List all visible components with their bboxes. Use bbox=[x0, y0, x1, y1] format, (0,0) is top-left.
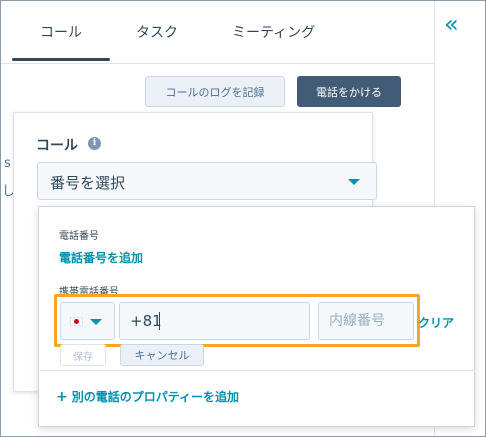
call-label: コール bbox=[36, 138, 78, 154]
add-phone-link[interactable]: 電話番号を追加 bbox=[59, 249, 143, 266]
log-call-button[interactable]: コールのログを記録 bbox=[145, 76, 285, 107]
dropdown-divider bbox=[38, 370, 475, 371]
text-cursor bbox=[159, 312, 160, 330]
tab-call[interactable]: コール bbox=[40, 22, 82, 42]
plus-icon: + bbox=[56, 389, 68, 405]
country-code-select[interactable] bbox=[60, 302, 115, 340]
caret-down-icon bbox=[348, 179, 360, 185]
make-call-button[interactable]: 電話をかける bbox=[297, 76, 401, 107]
active-tab-underline bbox=[12, 58, 110, 61]
tab-task[interactable]: タスク bbox=[136, 22, 178, 42]
japan-flag-icon bbox=[70, 317, 83, 326]
add-phone-property-link[interactable]: + 別の電話のプロパティーを追加 bbox=[56, 388, 239, 405]
double-chevron-left-icon[interactable]: « bbox=[444, 10, 468, 38]
extension-input[interactable] bbox=[318, 302, 414, 340]
number-select-value: 番号を選択 bbox=[50, 174, 126, 192]
clear-link[interactable]: クリア bbox=[418, 314, 454, 331]
phone-number-label: 電話番号 bbox=[59, 231, 99, 242]
activity-tabs: コール タスク ミーティング bbox=[0, 0, 434, 64]
cancel-button[interactable]: キャンセル bbox=[120, 344, 204, 366]
add-phone-property-label: 別の電話のプロパティーを追加 bbox=[71, 390, 240, 404]
info-icon[interactable]: i bbox=[88, 137, 101, 150]
tab-meeting[interactable]: ミーティング bbox=[232, 22, 315, 42]
number-select[interactable]: 番号を選択 bbox=[37, 162, 377, 200]
save-button[interactable]: 保存 bbox=[60, 344, 106, 366]
mobile-number-input[interactable] bbox=[119, 302, 310, 340]
caret-down-icon bbox=[90, 319, 102, 325]
clipped-text: s bbox=[4, 156, 11, 171]
